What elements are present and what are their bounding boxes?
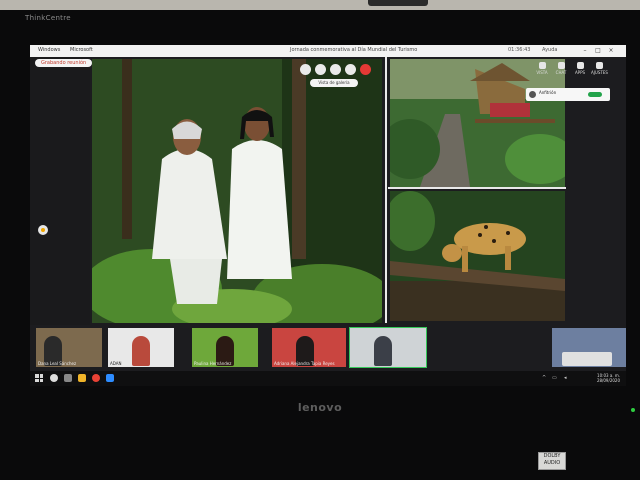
toolbar-settings-label: AJUSTES — [591, 70, 608, 75]
participant-tile[interactable]: Paulina Hernández — [192, 328, 258, 367]
power-led — [631, 408, 635, 412]
volume-icon[interactable]: ◂ — [564, 375, 567, 381]
participant-name: ADAN — [110, 361, 122, 366]
view-selector[interactable]: Vista de galería — [310, 79, 358, 87]
participant-video — [562, 352, 612, 366]
toolbar-apps-label: APPS — [574, 70, 586, 75]
participant-name: Paulina Hernández — [194, 361, 232, 366]
window-title: Jornada conmemorativa al Día Mundial del… — [290, 47, 418, 53]
windows-taskbar: ^ ▭ ◂ 10:03 a. m. 28/09/2020 — [30, 371, 626, 386]
photo-divider — [385, 57, 387, 323]
toolbar-chat-label: CHAT — [555, 70, 567, 75]
host-notification[interactable]: Anfitrión — [526, 88, 610, 101]
participant-tile[interactable]: Adriana Alejandra Tapia Reyes — [272, 328, 346, 367]
chat-icon — [557, 62, 565, 69]
participant-video — [374, 336, 392, 366]
tab-windows[interactable]: Windows — [38, 47, 60, 53]
monitor-brand-logo: lenovo — [297, 401, 343, 414]
toolbar-chat[interactable]: CHAT — [553, 62, 569, 75]
meeting-timer: 01:36:43 — [508, 47, 531, 53]
photo-divider-h — [388, 187, 566, 189]
participant-tile[interactable]: Dana Leal Sánchez — [36, 328, 102, 367]
windows-start-icon[interactable] — [35, 374, 43, 382]
dolby-sticker: DOLBY AUDIO — [538, 452, 566, 470]
hangup-icon[interactable] — [360, 64, 371, 75]
boardwalk-illustration — [390, 59, 565, 187]
meeting-app-icon[interactable] — [106, 374, 114, 382]
screen: Windows Microsoft Jornada conmemorativa … — [30, 45, 626, 386]
gear-icon — [595, 62, 603, 69]
file-explorer-icon[interactable] — [78, 374, 86, 382]
shared-photo-boardwalk — [390, 59, 565, 187]
clock-date: 28/09/2020 — [596, 378, 620, 383]
wall-background — [0, 0, 640, 10]
task-view-icon[interactable] — [64, 374, 72, 382]
avatar — [529, 91, 536, 98]
view-icon — [538, 62, 546, 69]
mic-icon[interactable] — [300, 64, 311, 75]
toast-text: Anfitrión — [539, 90, 557, 95]
taskbar-clock[interactable]: 10:03 a. m. 28/09/2020 — [597, 373, 620, 383]
shared-photo-elders — [92, 59, 382, 323]
monitor-brand-top: ThinkCentre — [25, 14, 71, 22]
elders-illustration — [92, 59, 382, 323]
participants-icon[interactable] — [345, 64, 356, 75]
participant-name: Adriana Alejandra Tapia Reyes — [274, 361, 335, 366]
participant-tile-room[interactable] — [552, 328, 626, 367]
toast-accept-button[interactable] — [588, 92, 602, 97]
participant-name: Dana Leal Sánchez — [38, 361, 77, 366]
window-titlebar: Windows Microsoft Jornada conmemorativa … — [30, 45, 626, 57]
search-icon[interactable] — [50, 374, 58, 382]
toolbar-apps[interactable]: APPS — [572, 62, 588, 75]
camera-icon[interactable] — [315, 64, 326, 75]
toolbar-settings[interactable]: AJUSTES — [591, 62, 608, 75]
left-strip — [30, 57, 90, 325]
share-icon[interactable] — [330, 64, 341, 75]
chrome-taskbar-icon[interactable] — [92, 374, 100, 382]
chrome-icon[interactable] — [38, 225, 48, 235]
toolbar-view-label: VISTA — [536, 70, 548, 75]
toolbar-view[interactable]: VISTA — [534, 62, 550, 75]
participant-strip: Dana Leal Sánchez ADAN Paulina Hernández… — [36, 327, 626, 368]
participant-tile-active[interactable] — [349, 327, 427, 368]
participant-video — [132, 336, 150, 366]
jaguar-illustration — [390, 191, 565, 321]
close-icon[interactable]: × — [606, 46, 616, 55]
apps-icon — [576, 62, 584, 69]
minimize-icon[interactable]: – — [580, 46, 590, 55]
network-icon[interactable]: ▭ — [552, 375, 557, 381]
tab-microsoft[interactable]: Microsoft — [70, 47, 93, 53]
participant-tile[interactable]: ADAN — [108, 328, 174, 367]
shared-photo-jaguar — [390, 191, 565, 321]
tray-chevron-icon[interactable]: ^ — [542, 375, 546, 381]
webcam — [368, 0, 428, 6]
maximize-icon[interactable]: □ — [593, 46, 603, 55]
recording-badge: Grabando reunión — [35, 59, 93, 67]
help-link[interactable]: Ayuda — [542, 47, 557, 53]
